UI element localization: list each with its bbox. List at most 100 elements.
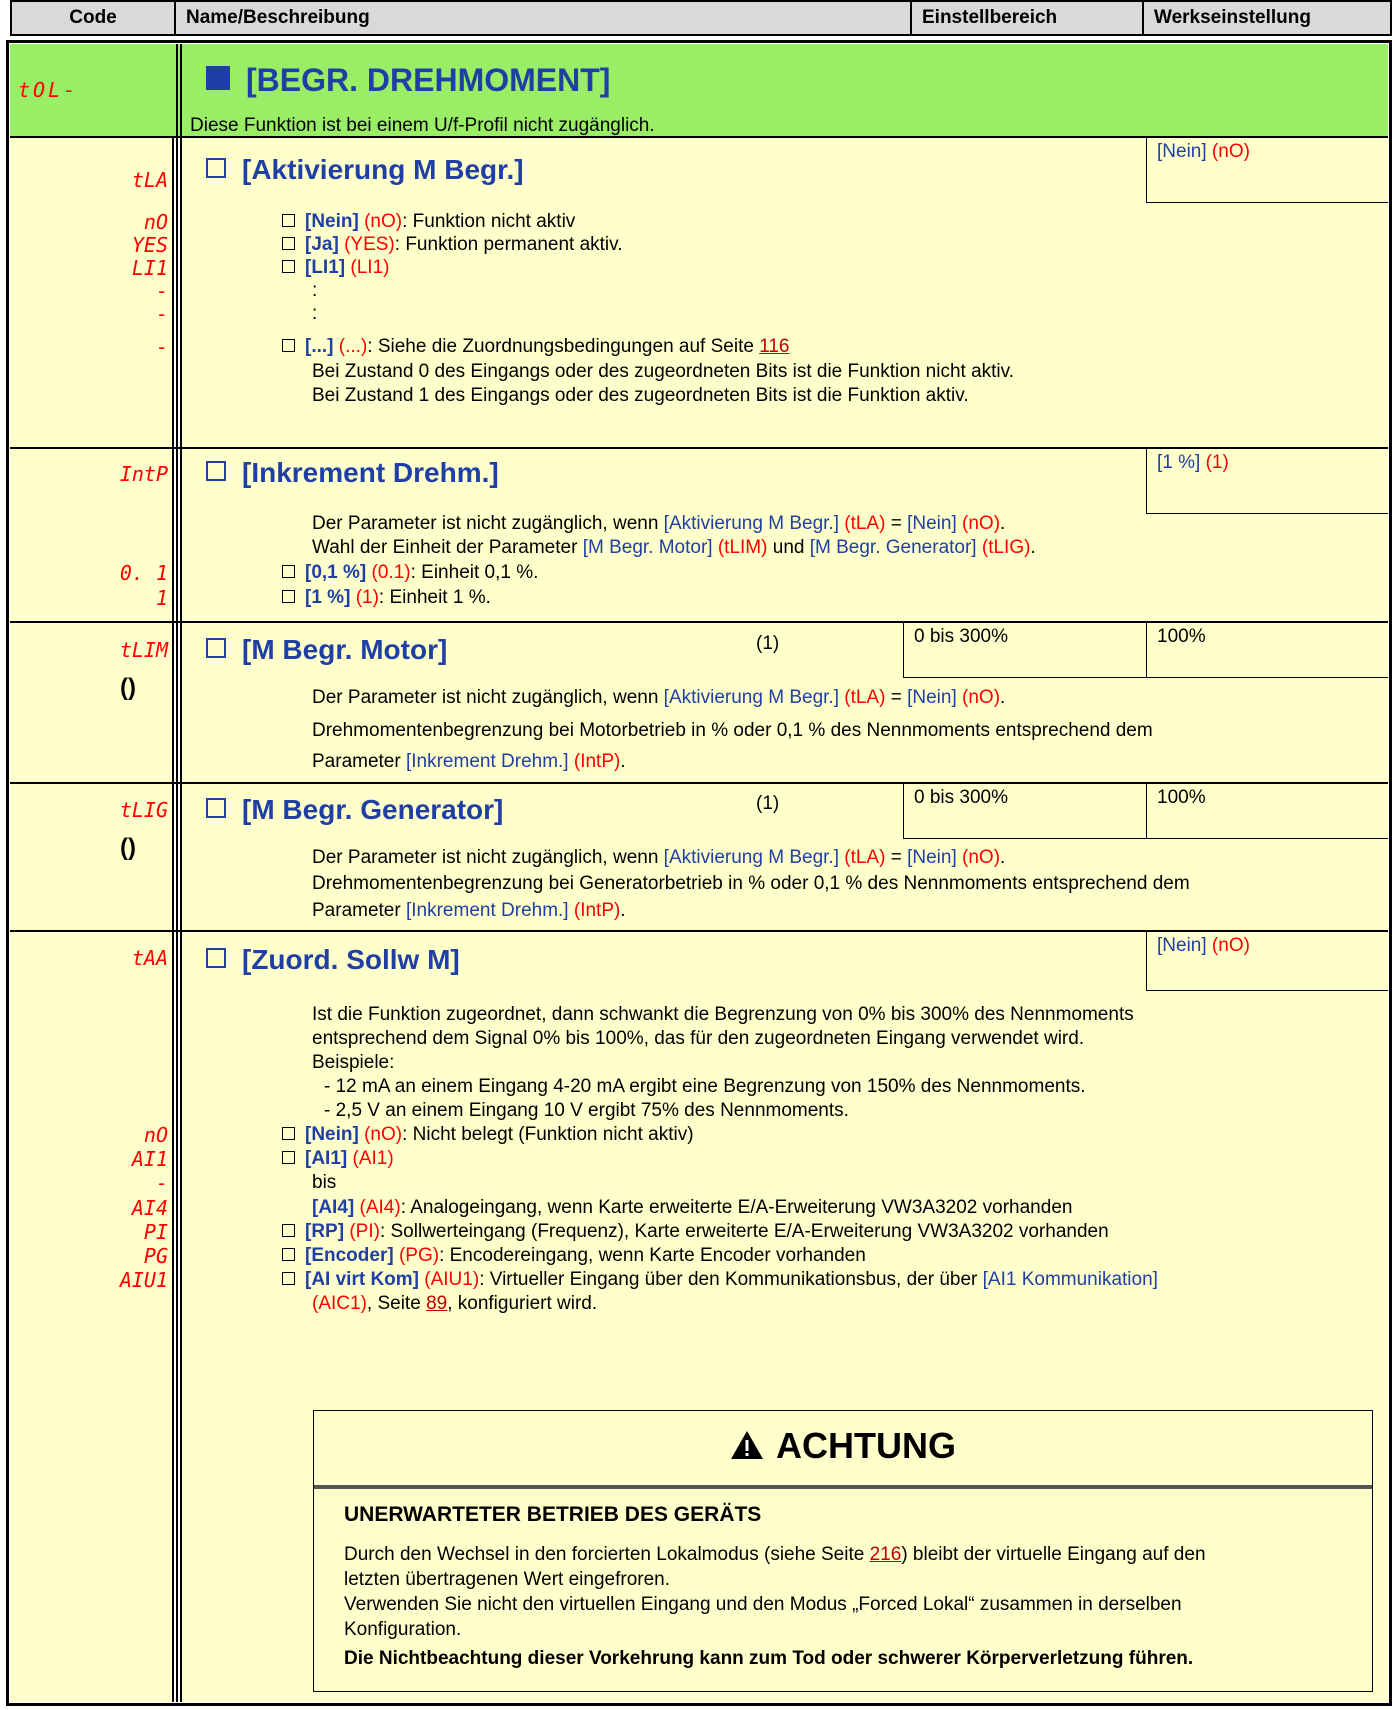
- tla-desc-1: Bei Zustand 0 des Eingangs oder des zuge…: [312, 361, 1015, 382]
- text: Wahl der Einheit der Parameter: [312, 537, 583, 558]
- option-code: -: [155, 1171, 168, 1195]
- header-code-label: Code: [69, 7, 117, 28]
- checkbox-icon: [282, 565, 295, 578]
- param-code-intp: IntP: [119, 462, 168, 486]
- option-ai4: [AI4] (AI4): Analogeingang, wenn Karte e…: [312, 1196, 1072, 1219]
- text: Der Parameter ist nicht zugänglich, wenn: [312, 847, 664, 868]
- option-text: : Siehe die Zuordnungsbedingungen auf Se…: [367, 336, 760, 357]
- warning-line-4: Konfiguration.: [344, 1619, 462, 1640]
- tlig-desc-1: Der Parameter ist nicht zugänglich, wenn…: [312, 846, 1005, 869]
- param-code-tlig: tLIG: [119, 798, 168, 822]
- menu-note: Diese Funktion ist bei einem U/f-Profil …: [190, 115, 655, 136]
- option-text: : Analogeingang, wenn Karte erweiterte E…: [400, 1197, 1073, 1218]
- default-label: [Nein]: [1157, 935, 1207, 956]
- checkbox-icon: [206, 461, 226, 481]
- option-code: 0. 1: [119, 561, 168, 585]
- option-code: 1: [155, 586, 168, 610]
- text: .: [1000, 687, 1006, 708]
- text: .: [1030, 537, 1036, 558]
- option-label: [1 %]: [305, 587, 351, 608]
- option-text: : Virtueller Eingang über den Kommunikat…: [479, 1269, 983, 1290]
- option-label: [AI virt Kom]: [305, 1269, 419, 1290]
- default-text: 100%: [1157, 626, 1206, 647]
- checkbox-icon: [282, 1151, 295, 1164]
- param-ref: [M Begr. Motor]: [582, 537, 713, 558]
- code-ref: (tLA): [844, 847, 886, 868]
- param-code-taa: tAA: [131, 946, 168, 970]
- param-ref: [Inkrement Drehm.]: [405, 751, 569, 772]
- option-label: [RP]: [305, 1221, 345, 1242]
- text: , konfiguriert wird.: [447, 1293, 598, 1314]
- warning-heading: UNERWARTETER BETRIEB DES GERÄTS: [344, 1503, 762, 1526]
- param-title-intp: [Inkrement Drehm.]: [206, 457, 499, 489]
- option-code-text: (nO): [364, 211, 403, 232]
- code-ref: (tLA): [844, 513, 886, 534]
- taa-desc-3: Beispiele:: [312, 1052, 395, 1073]
- option-code: AI4: [131, 1196, 168, 1220]
- text: .: [620, 900, 626, 921]
- param-title-tlig-text: [M Begr. Generator]: [242, 794, 504, 825]
- code-ref: (nO): [962, 847, 1001, 868]
- option-0-1: [0,1 %] (0.1): Einheit 0,1 %.: [282, 561, 538, 584]
- page-link[interactable]: 116: [759, 336, 789, 357]
- option-code-text: (AI4): [359, 1197, 401, 1218]
- default-value-tlig: 100%: [1146, 783, 1388, 839]
- menu-title: [BEGR. DREHMOMENT]: [206, 62, 610, 99]
- note-ref: (1): [756, 633, 780, 654]
- intp-desc-1: Der Parameter ist nicht zugänglich, wenn…: [312, 512, 1005, 535]
- option-1: [1 %] (1): Einheit 1 %.: [282, 586, 491, 609]
- option-label: [AI1]: [305, 1148, 348, 1169]
- tlig-desc-3: Parameter [Inkrement Drehm.] (IntP).: [312, 899, 626, 922]
- param-code-tlim: tLIM: [119, 638, 168, 662]
- page-link[interactable]: 89: [426, 1293, 447, 1314]
- default-code: (1): [1205, 452, 1229, 473]
- column-separator: [176, 44, 182, 1702]
- option-ja: [Ja] (YES): Funktion permanent aktiv.: [282, 233, 623, 256]
- text: und: [767, 537, 810, 558]
- default-label: [1 %]: [1157, 452, 1201, 473]
- default-code: (nO): [1211, 935, 1250, 956]
- tlig-desc-2: Drehmomentenbegrenzung bei Generatorbetr…: [312, 873, 1190, 894]
- ellipsis-dot: :: [312, 303, 318, 324]
- default-label: [Nein]: [1157, 141, 1207, 162]
- option-code: LI1: [131, 256, 168, 280]
- param-ref: [Inkrement Drehm.]: [405, 900, 569, 921]
- option-code: YES: [131, 233, 168, 257]
- page-link[interactable]: 216: [870, 1544, 902, 1565]
- text: Parameter: [312, 751, 406, 772]
- option-other: [...] (...): Siehe die Zuordnungsbedingu…: [282, 335, 790, 358]
- range-text: 0 bis 300%: [914, 787, 1009, 808]
- option-code-text: (...): [338, 336, 368, 357]
- default-value-taa: [Nein] (nO): [1146, 931, 1388, 991]
- option-label: [AI4]: [312, 1197, 355, 1218]
- intp-desc-2: Wahl der Einheit der Parameter [M Begr. …: [312, 536, 1036, 559]
- option-code: nO: [143, 1123, 168, 1147]
- checkbox-icon: [206, 948, 226, 968]
- text: ) bleibt der virtuelle Eingang auf den: [901, 1544, 1206, 1565]
- checkbox-icon: [206, 638, 226, 658]
- note-ref: (1): [756, 793, 780, 814]
- option-code: -: [155, 335, 168, 359]
- text: Der Parameter ist nicht zugänglich, wenn: [312, 687, 664, 708]
- option-code-text: (PI): [349, 1221, 380, 1242]
- option-text: : Encodereingang, wenn Karte Encoder vor…: [439, 1245, 866, 1266]
- param-ref: [M Begr. Generator]: [809, 537, 977, 558]
- header-name: Name/Beschreibung: [174, 0, 912, 36]
- option-text: : Einheit 0,1 %.: [410, 562, 539, 583]
- option-label: [...]: [305, 336, 334, 357]
- param-ref: [Nein]: [907, 847, 957, 868]
- option-code: nO: [143, 210, 168, 234]
- option-text: : Nicht belegt (Funktion nicht aktiv): [402, 1124, 694, 1145]
- default-value-intp: [1 %] (1): [1146, 448, 1388, 514]
- warning-box: ACHTUNG UNERWARTETER BETRIEB DES GERÄTS …: [313, 1410, 1373, 1692]
- warning-line-3: Verwenden Sie nicht den virtuellen Einga…: [344, 1594, 1182, 1615]
- header-default-label: Werkseinstellung: [1154, 7, 1311, 28]
- text: .: [1000, 847, 1006, 868]
- param-ref: [Aktivierung M Begr.]: [663, 513, 839, 534]
- text: =: [885, 847, 908, 868]
- warning-bar: [314, 1485, 1372, 1489]
- option-code: AIU1: [119, 1268, 168, 1292]
- warning-title: ACHTUNG: [314, 1425, 1372, 1467]
- menu-title-text: [BEGR. DREHMOMENT]: [246, 62, 611, 98]
- option-code: -: [155, 302, 168, 326]
